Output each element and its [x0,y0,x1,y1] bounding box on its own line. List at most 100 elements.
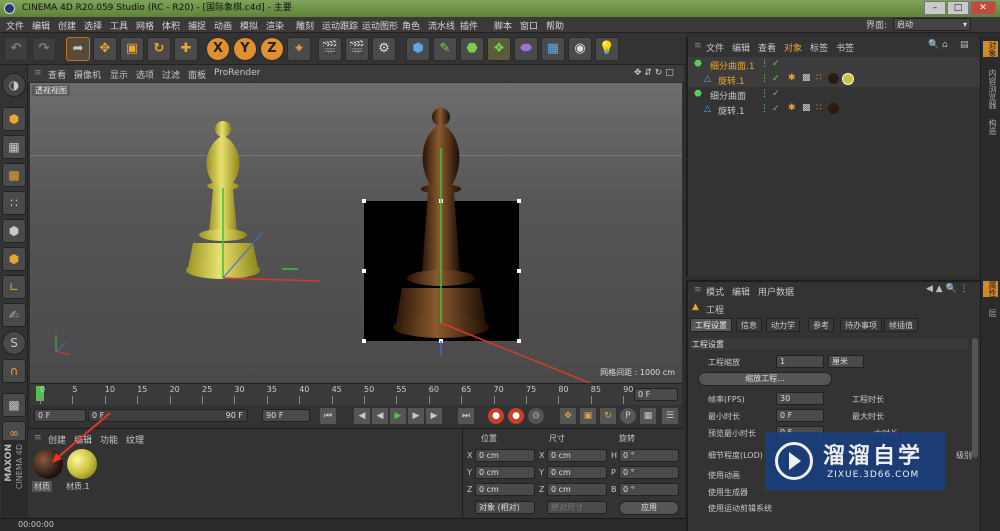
undo-button[interactable]: ↶ [4,37,28,61]
timeline[interactable]: 0 5 10 15 20 25 30 35 40 45 50 55 60 65 70 75 80 85 90 0 F [30,383,682,405]
perspective-viewport[interactable]: 透视视图 网格间距: 1000 cm [30,83,682,383]
timeline-end-field[interactable]: 0 F [634,388,678,401]
interface-select[interactable]: 启动 ▾ [893,18,971,31]
size-z-field[interactable]: 0 cm [547,483,607,496]
texture-tag-icon[interactable]: ▩ [802,103,811,113]
axis-mode-icon[interactable]: ∟ [2,275,26,299]
menu-item[interactable]: 编辑 [32,19,50,32]
material-tag-brown[interactable] [828,73,839,84]
menu-item[interactable]: 雕刻 [296,19,314,32]
viewport-menu-filter[interactable]: 过滤 [162,68,180,81]
snap-icon[interactable]: S [2,331,26,355]
redo-button[interactable]: ↷ [32,37,56,61]
menu-item[interactable]: 窗口 [520,19,538,32]
light-icon[interactable]: 💡 [595,37,619,61]
menu-item[interactable]: 体积 [162,19,180,32]
points-mode-icon[interactable]: ∷ [2,191,26,215]
keyframe-selection-icon[interactable]: ⊙ [528,408,544,424]
apply-button[interactable]: 应用 [619,501,679,515]
object-row[interactable]: △ 旋转.1 ⋮ ✓ ✱ ▩ ∷ [688,102,980,117]
viewport-menu-cameras[interactable]: 摄像机 [74,68,101,81]
viewport-navigate-icons[interactable]: ✥ ⇵ ↻ □ [634,68,674,78]
size-y-field[interactable]: 0 cm [547,466,607,479]
object-layer-icon[interactable]: ▤ [960,40,969,50]
minimize-button[interactable]: – [924,1,946,15]
menu-item[interactable]: 帮助 [546,19,564,32]
next-key-icon[interactable]: ▶ [426,408,442,424]
material-tag-yellow[interactable] [842,73,854,85]
play-icon[interactable]: ▶ [390,408,406,424]
tab-objects-vertical[interactable]: 对象 [983,41,998,57]
model-mode-icon[interactable]: ⬢ [2,107,26,131]
floor-icon[interactable]: ▦ [541,37,565,61]
go-to-end-icon[interactable]: ⏭ [458,408,474,424]
position-z-field[interactable]: 0 cm [475,483,535,496]
coordinate-system-icon[interactable]: ⌖ [287,37,311,61]
previous-key-icon[interactable]: ◀ [354,408,370,424]
scale-tool-icon[interactable]: ▣ [120,37,144,61]
y-axis-button[interactable]: Y [233,37,257,61]
tab-project-settings[interactable]: 工程设置 [690,318,732,332]
pen-spline-icon[interactable]: ✎ [433,37,457,61]
enabled-check-icon[interactable]: ✓ [772,74,780,84]
close-button[interactable]: ✕ [970,1,996,15]
rotation-h-field[interactable]: 0 ° [619,449,679,462]
array-icon[interactable]: ❖ [487,37,511,61]
menu-item[interactable]: 工具 [110,19,128,32]
position-x-field[interactable]: 0 cm [475,449,535,462]
viewport-menu-display[interactable]: 显示 [110,68,128,81]
phong-tag-icon[interactable]: ✱ [788,73,796,83]
menu-item[interactable]: 捕捉 [188,19,206,32]
scale-project-button[interactable]: 缩放工程... [698,372,832,386]
texture-mode-icon[interactable]: ▦ [2,135,26,159]
rotate-tool-icon[interactable]: ↻ [147,37,171,61]
next-frame-icon[interactable]: ▶ [408,408,424,424]
object-home-icon[interactable]: ⌂ [942,40,948,50]
attr-scrollbar[interactable] [972,338,978,458]
viewport-menu-panel[interactable]: 面板 [188,68,206,81]
make-editable-icon[interactable]: ◑ [2,73,26,97]
workplane-mode-icon[interactable]: ▩ [2,163,26,187]
edges-mode-icon[interactable]: ⬢ [2,219,26,243]
coord-mode-select[interactable]: 对象 (相对) [475,501,535,514]
object-menu-file[interactable]: 文件 [706,41,724,54]
end-frame-field[interactable]: 90 F [262,409,310,422]
visibility-toggle-icon[interactable]: ⋮ [760,59,769,69]
scale-field[interactable]: 1 [776,355,824,368]
tweak-mode-icon[interactable]: ✍ [2,303,26,327]
min-time-field[interactable]: 0 F [776,409,824,422]
polygons-mode-icon[interactable]: ⬢ [2,247,26,271]
menu-item[interactable]: 渲染 [266,19,284,32]
maximize-button[interactable]: □ [947,1,969,15]
object-row[interactable]: ⬣ 细分曲面 ⋮ ✓ [688,87,980,102]
render-settings-icon[interactable]: ⚙ [372,37,396,61]
menu-item[interactable]: 脚本 [494,19,512,32]
go-to-start-icon[interactable]: ⏮ [320,408,336,424]
object-menu-edit[interactable]: 编辑 [732,41,750,54]
fps-field[interactable]: 30 [776,392,824,405]
enabled-check-icon[interactable]: ✓ [772,59,780,69]
menu-item[interactable]: 运动图形 [362,19,398,32]
position-y-field[interactable]: 0 cm [475,466,535,479]
recent-tool-icon[interactable]: ✚ [174,37,198,61]
scale-unit-select[interactable]: 厘米 [828,355,864,368]
cube-icon[interactable]: ⬢ [406,37,430,61]
attr-menu-edit[interactable]: 编辑 [732,285,750,298]
viewport-menu-prorender[interactable]: ProRender [214,68,260,78]
rotation-p-field[interactable]: 0 ° [619,466,679,479]
live-select-icon[interactable]: ➦ [66,37,90,61]
attr-nav-icons[interactable]: ◀ ▲ 🔍 ⋮ [926,284,969,294]
enabled-check-icon[interactable]: ✓ [772,89,780,99]
rotation-b-field[interactable]: 0 ° [619,483,679,496]
material-menu-texture[interactable]: 纹理 [126,433,144,446]
material-tag-brown[interactable] [828,103,839,114]
previous-frame-icon[interactable]: ◀ [372,408,388,424]
magnet-icon[interactable]: ∩ [2,359,26,383]
menu-item[interactable]: 角色 [402,19,420,32]
tab-layers[interactable]: 层 [983,309,998,317]
tab-keyinterp[interactable]: 帧插值 [884,318,918,332]
key-position-icon[interactable]: ✥ [560,408,576,424]
tab-dynamics[interactable]: 动力学 [766,318,800,332]
tag-icon[interactable]: ∷ [816,103,822,113]
auto-key-icon[interactable]: ● [508,408,524,424]
